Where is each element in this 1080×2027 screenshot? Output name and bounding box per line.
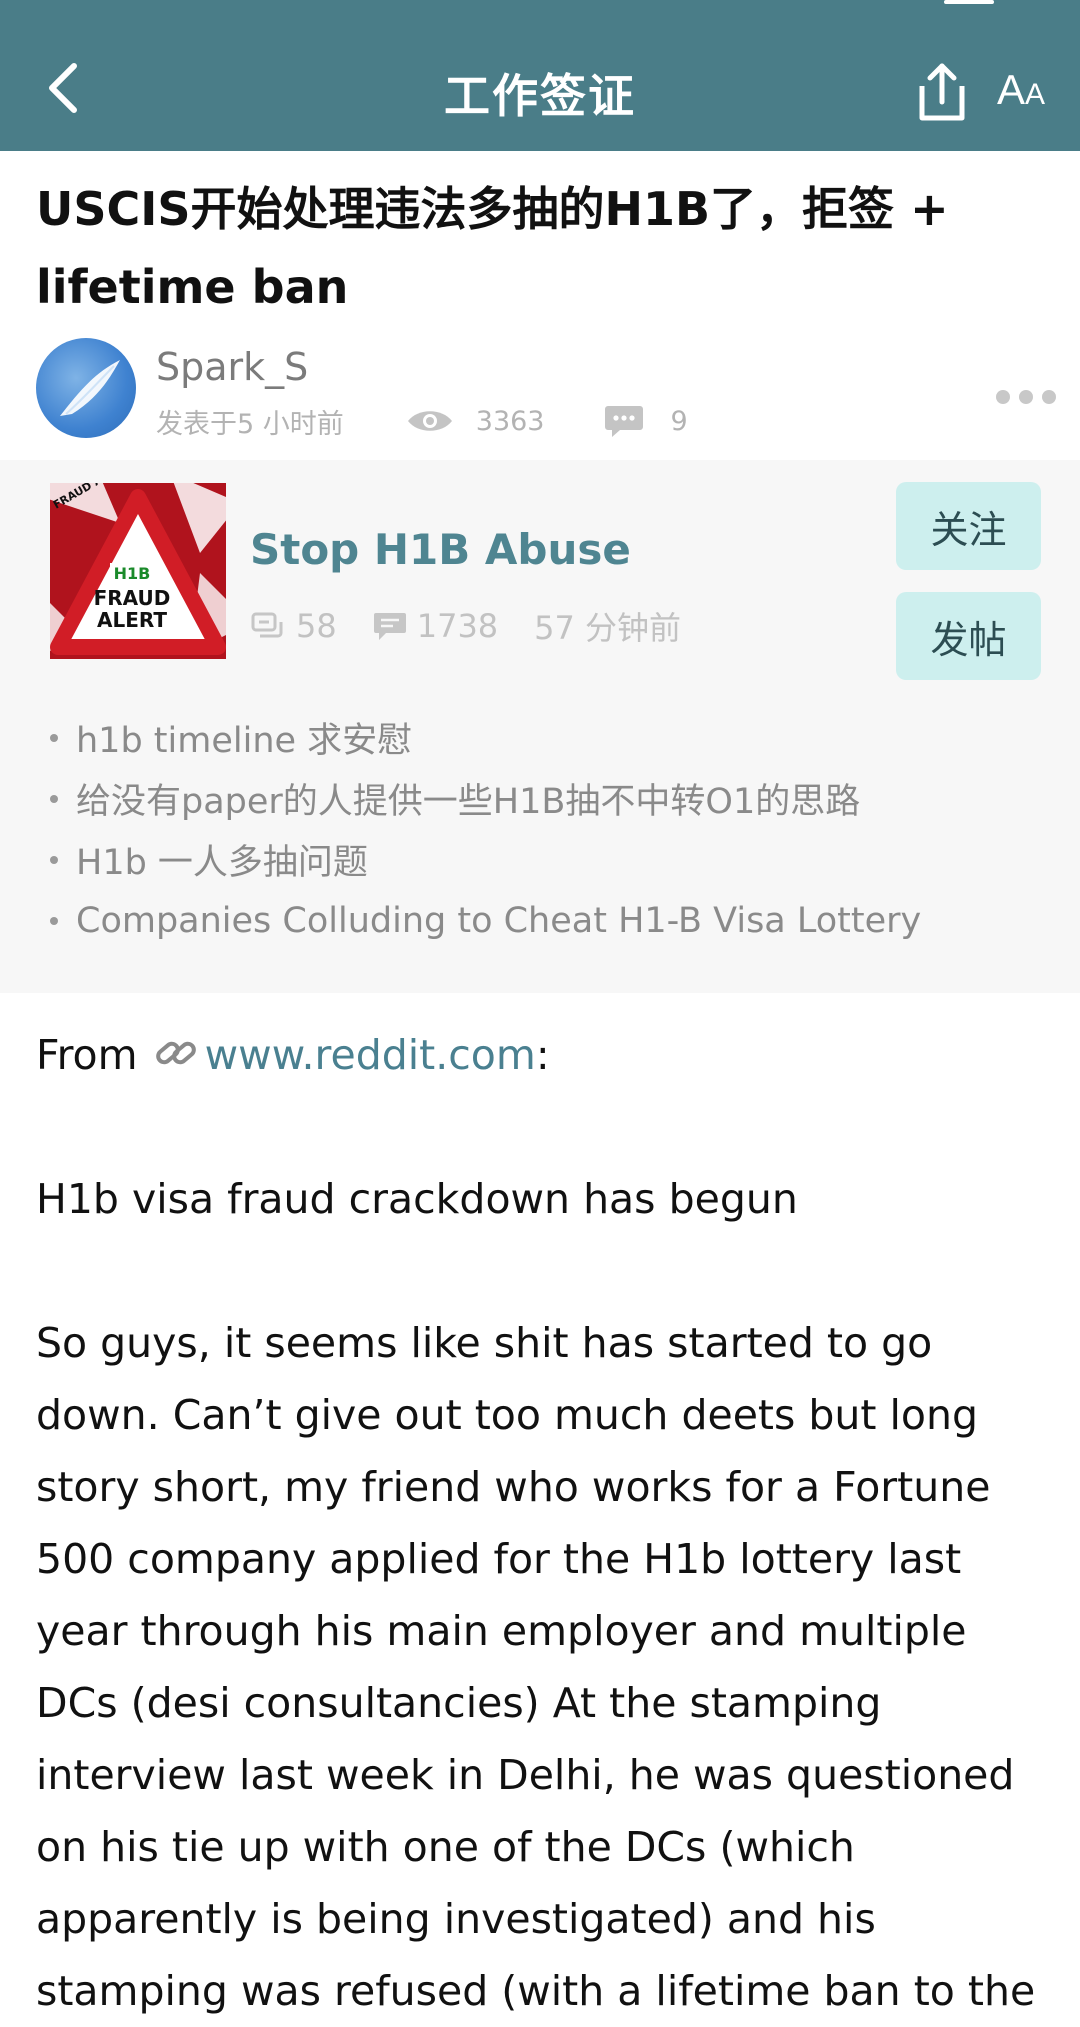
thumb-line2-text: ALERT	[97, 608, 167, 632]
more-dot-icon	[1019, 390, 1033, 404]
related-post-title: 给没有paper的人提供一些H1B抽不中转O1的思路	[76, 782, 861, 822]
feather-icon	[60, 360, 120, 416]
source-link[interactable]: www.reddit.com	[205, 1031, 536, 1079]
comment-icon	[605, 406, 644, 437]
posted-time: 发表于5 小时前	[156, 408, 344, 440]
related-post-item[interactable]: 给没有paper的人提供一些H1B抽不中转O1的思路	[50, 768, 921, 829]
source-link-colon: :	[535, 1031, 550, 1079]
fraud-alert-sign-image: H1B FRAUD ALERT FRAUD ALERT	[50, 483, 226, 659]
author-name[interactable]: Spark_S	[156, 345, 308, 389]
from-label: From	[36, 1031, 138, 1079]
related-post-item[interactable]: H1b 一人多抽问题	[50, 829, 921, 890]
group-member-count: 58	[296, 607, 337, 645]
group-last-active: 57 分钟前	[534, 609, 682, 647]
share-icon	[919, 63, 965, 121]
related-post-item[interactable]: h1b timeline 求安慰	[50, 707, 921, 768]
font-size-button[interactable]: AA	[997, 66, 1057, 116]
related-post-title: H1b 一人多抽问题	[76, 843, 368, 883]
divider	[0, 458, 1080, 460]
related-posts-list: h1b timeline 求安慰 给没有paper的人提供一些H1B抽不中转O1…	[50, 707, 921, 951]
group-thumbnail[interactable]: H1B FRAUD ALERT FRAUD ALERT	[50, 483, 226, 659]
source-line: From www.reddit.com:	[36, 1019, 1056, 1091]
share-button[interactable]	[914, 62, 970, 122]
more-options-button[interactable]	[996, 382, 1056, 412]
top-nav-bar: 工作签证 AA	[0, 0, 1080, 151]
eye-icon	[407, 411, 452, 431]
avatar[interactable]	[36, 338, 136, 438]
group-name[interactable]: Stop H1B Abuse	[250, 525, 631, 574]
thumb-badge-text: H1B	[114, 564, 151, 583]
related-post-item[interactable]: Companies Colluding to Cheat H1-B Visa L…	[50, 890, 921, 951]
post-paragraph: So guys, it seems like shit has started …	[36, 1319, 1036, 2015]
follow-button[interactable]: 关注	[896, 482, 1041, 570]
font-size-icon-small: A	[1025, 78, 1046, 111]
bullet-icon	[50, 916, 58, 925]
status-indicator	[944, 0, 994, 4]
post-heading: H1b visa fraud crackdown has begun	[36, 1175, 798, 1223]
more-dot-icon	[996, 390, 1010, 404]
comment-count: 9	[670, 405, 688, 437]
bullet-icon	[50, 733, 58, 742]
post-title: USCIS开始处理违法多抽的H1B了，拒签 + lifetime ban	[36, 182, 949, 314]
related-post-title: Companies Colluding to Cheat H1-B Visa L…	[76, 900, 922, 941]
view-count: 3363	[475, 405, 545, 437]
group-post-count: 1738	[416, 607, 499, 645]
bullet-icon	[50, 794, 58, 803]
thumb-line1-text: FRAUD	[94, 586, 171, 610]
link-icon	[155, 1041, 196, 1065]
more-dot-icon	[1042, 390, 1056, 404]
bullet-icon	[50, 855, 58, 864]
post-body: From www.reddit.com: H1b visa fraud crac…	[36, 1019, 1056, 2027]
new-post-button[interactable]: 发帖	[896, 592, 1041, 680]
related-post-title: h1b timeline 求安慰	[76, 721, 413, 761]
font-size-icon-large: A	[997, 66, 1026, 113]
members-icon	[251, 612, 283, 638]
posts-icon	[373, 613, 406, 640]
post-meta: 发表于5 小时前 3363 9	[156, 404, 688, 440]
group-stats: 58 1738 57 分钟前	[250, 606, 682, 647]
